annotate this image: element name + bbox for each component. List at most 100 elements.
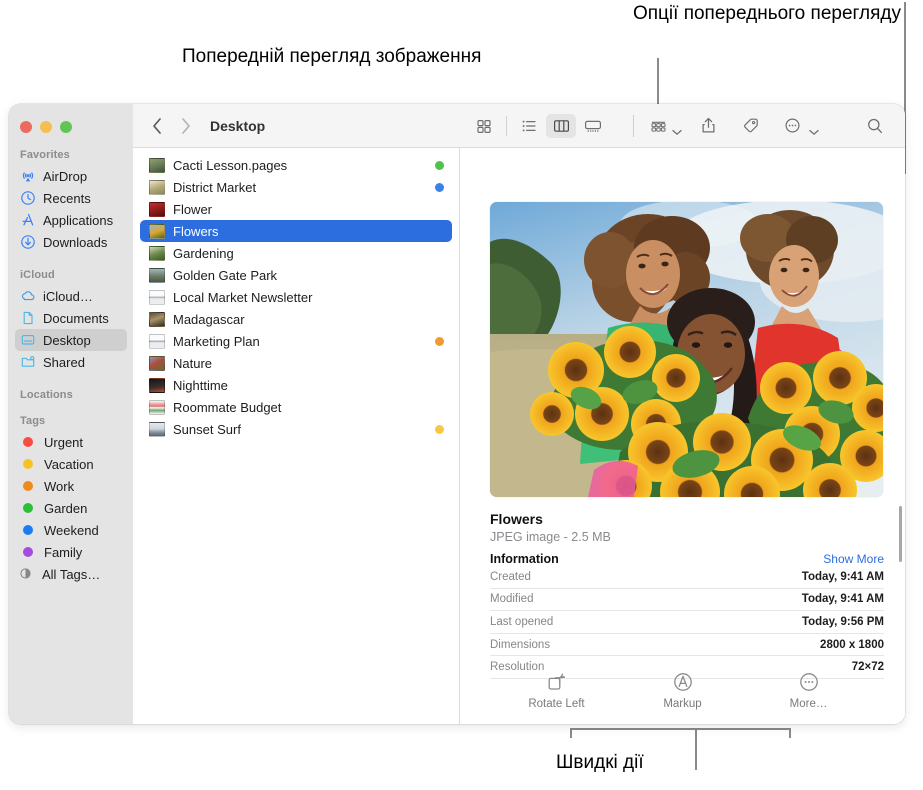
sidebar-tag-urgent[interactable]: Urgent bbox=[15, 431, 127, 453]
content-panes: Cacti Lesson.pages District Market Flowe… bbox=[133, 148, 905, 724]
file-thumbnail bbox=[149, 355, 165, 371]
annotation-quick-actions: Швидкі дії bbox=[556, 752, 644, 773]
tag-color-dot bbox=[23, 525, 33, 535]
minimize-button[interactable] bbox=[40, 121, 52, 133]
view-gallery-button[interactable] bbox=[578, 114, 608, 138]
table-row[interactable]: Local Market Newsletter bbox=[140, 286, 452, 308]
scrollbar[interactable] bbox=[899, 506, 902, 562]
desktop-icon bbox=[20, 332, 36, 348]
preview-pane: Flowers JPEG image - 2.5 MB Information … bbox=[460, 148, 905, 724]
sidebar-item-desktop[interactable]: Desktop bbox=[15, 329, 127, 351]
sidebar-item-documents[interactable]: Documents bbox=[15, 307, 127, 329]
sidebar-item-label: Garden bbox=[44, 500, 88, 516]
quick-action-rotate-left[interactable]: Rotate Left bbox=[519, 671, 595, 710]
sidebar-tag-work[interactable]: Work bbox=[15, 475, 127, 497]
sidebar-header-icloud: iCloud bbox=[20, 269, 55, 281]
sidebar: Favorites AirDrop Recents Applications D… bbox=[9, 104, 133, 724]
sidebar-item-label: AirDrop bbox=[43, 168, 88, 184]
table-row[interactable]: Sunset Surf bbox=[140, 418, 452, 440]
chevron-down-icon[interactable] bbox=[809, 123, 819, 135]
table-row[interactable]: Golden Gate Park bbox=[140, 264, 452, 286]
more-icon bbox=[798, 671, 820, 693]
screenshot-root: Опції попереднього перегляду Попередній … bbox=[0, 0, 923, 790]
zoom-button[interactable] bbox=[60, 121, 72, 133]
sidebar-item-applications[interactable]: Applications bbox=[15, 209, 127, 231]
info-key: Created bbox=[490, 570, 531, 583]
tags-button[interactable] bbox=[735, 114, 765, 138]
sidebar-header-tags: Tags bbox=[20, 415, 46, 427]
applications-icon bbox=[20, 212, 36, 228]
table-row[interactable]: Roommate Budget bbox=[140, 396, 452, 418]
back-icon[interactable] bbox=[151, 117, 162, 135]
table-row[interactable]: Madagascar bbox=[140, 308, 452, 330]
all-tags-icon bbox=[20, 566, 31, 582]
sidebar-item-airdrop[interactable]: AirDrop bbox=[15, 165, 127, 187]
share-button[interactable] bbox=[693, 114, 723, 138]
show-more-link[interactable]: Show More bbox=[823, 552, 884, 566]
view-mode-segment bbox=[469, 113, 608, 138]
file-list[interactable]: Cacti Lesson.pages District Market Flowe… bbox=[133, 148, 460, 724]
view-column-button[interactable] bbox=[546, 113, 576, 138]
path-title: Desktop bbox=[210, 117, 266, 134]
sidebar-item-label: Downloads bbox=[43, 234, 108, 250]
file-thumbnail bbox=[149, 201, 165, 217]
downloads-icon bbox=[20, 234, 36, 250]
more-actions-button[interactable] bbox=[777, 114, 807, 138]
chevron-down-icon[interactable] bbox=[672, 123, 682, 135]
sidebar-item-label: Urgent bbox=[44, 434, 84, 450]
file-thumbnail bbox=[149, 421, 165, 437]
table-row[interactable]: Cacti Lesson.pages bbox=[140, 154, 452, 176]
file-thumbnail bbox=[149, 333, 165, 349]
table-row[interactable]: Nature bbox=[140, 352, 452, 374]
sidebar-item-shared[interactable]: Shared bbox=[15, 351, 127, 373]
sidebar-item-recents[interactable]: Recents bbox=[15, 187, 127, 209]
quick-action-label: Rotate Left bbox=[528, 698, 585, 710]
sidebar-tag-all-tags[interactable]: All Tags… bbox=[15, 563, 127, 585]
quick-action-more[interactable]: More… bbox=[771, 671, 847, 710]
file-name: Nature bbox=[173, 355, 213, 371]
file-name: Golden Gate Park bbox=[173, 267, 278, 283]
table-row[interactable]: District Market bbox=[140, 176, 452, 198]
sidebar-item-downloads[interactable]: Downloads bbox=[15, 231, 127, 253]
table-row[interactable]: Flowers bbox=[140, 220, 452, 242]
tag-color-dot bbox=[23, 503, 33, 513]
table-row[interactable]: Flower bbox=[140, 198, 452, 220]
sidebar-header-favorites: Favorites bbox=[20, 149, 70, 161]
quick-action-markup[interactable]: Markup bbox=[645, 671, 721, 710]
view-list-button[interactable] bbox=[514, 114, 544, 138]
sidebar-item-icloud-drive[interactable]: iCloud… bbox=[15, 285, 127, 307]
file-thumbnail bbox=[149, 223, 165, 239]
file-thumbnail bbox=[149, 377, 165, 393]
search-button[interactable] bbox=[860, 114, 890, 138]
markup-icon bbox=[672, 671, 694, 693]
close-button[interactable] bbox=[20, 121, 32, 133]
sidebar-item-label: Family bbox=[44, 544, 83, 560]
file-name: District Market bbox=[173, 179, 257, 195]
view-icon-button[interactable] bbox=[469, 114, 499, 138]
file-thumbnail bbox=[149, 311, 165, 327]
sidebar-group-favorites: Favorites AirDrop Recents Applications D… bbox=[9, 149, 133, 253]
table-row[interactable]: Marketing Plan bbox=[140, 330, 452, 352]
info-row-dimensions: Dimensions 2800 x 1800 bbox=[490, 634, 884, 657]
toolbar: Desktop bbox=[133, 104, 905, 148]
sidebar-tag-family[interactable]: Family bbox=[15, 541, 127, 563]
preview-image[interactable] bbox=[490, 202, 883, 497]
bracket-quick-actions-right bbox=[789, 728, 791, 738]
sidebar-tag-garden[interactable]: Garden bbox=[15, 497, 127, 519]
annotation-preview-options: Опції попереднього перегляду bbox=[632, 3, 901, 24]
leader-line-quick-actions bbox=[695, 728, 697, 770]
sidebar-group-icloud: iCloud iCloud… Documents Desktop Shared bbox=[9, 269, 133, 373]
file-thumbnail bbox=[149, 245, 165, 261]
group-items-button[interactable] bbox=[646, 114, 670, 138]
window-controls bbox=[9, 112, 133, 133]
file-thumbnail bbox=[149, 289, 165, 305]
file-tag-dot bbox=[435, 182, 444, 192]
info-value: Today, 9:41 AM bbox=[801, 570, 884, 583]
sidebar-tag-weekend[interactable]: Weekend bbox=[15, 519, 127, 541]
forward-icon[interactable] bbox=[180, 117, 191, 135]
sidebar-tag-vacation[interactable]: Vacation bbox=[15, 453, 127, 475]
table-row[interactable]: Gardening bbox=[140, 242, 452, 264]
information-header-row: Information Show More bbox=[490, 552, 884, 566]
table-row[interactable]: Nighttime bbox=[140, 374, 452, 396]
file-thumbnail bbox=[149, 399, 165, 415]
